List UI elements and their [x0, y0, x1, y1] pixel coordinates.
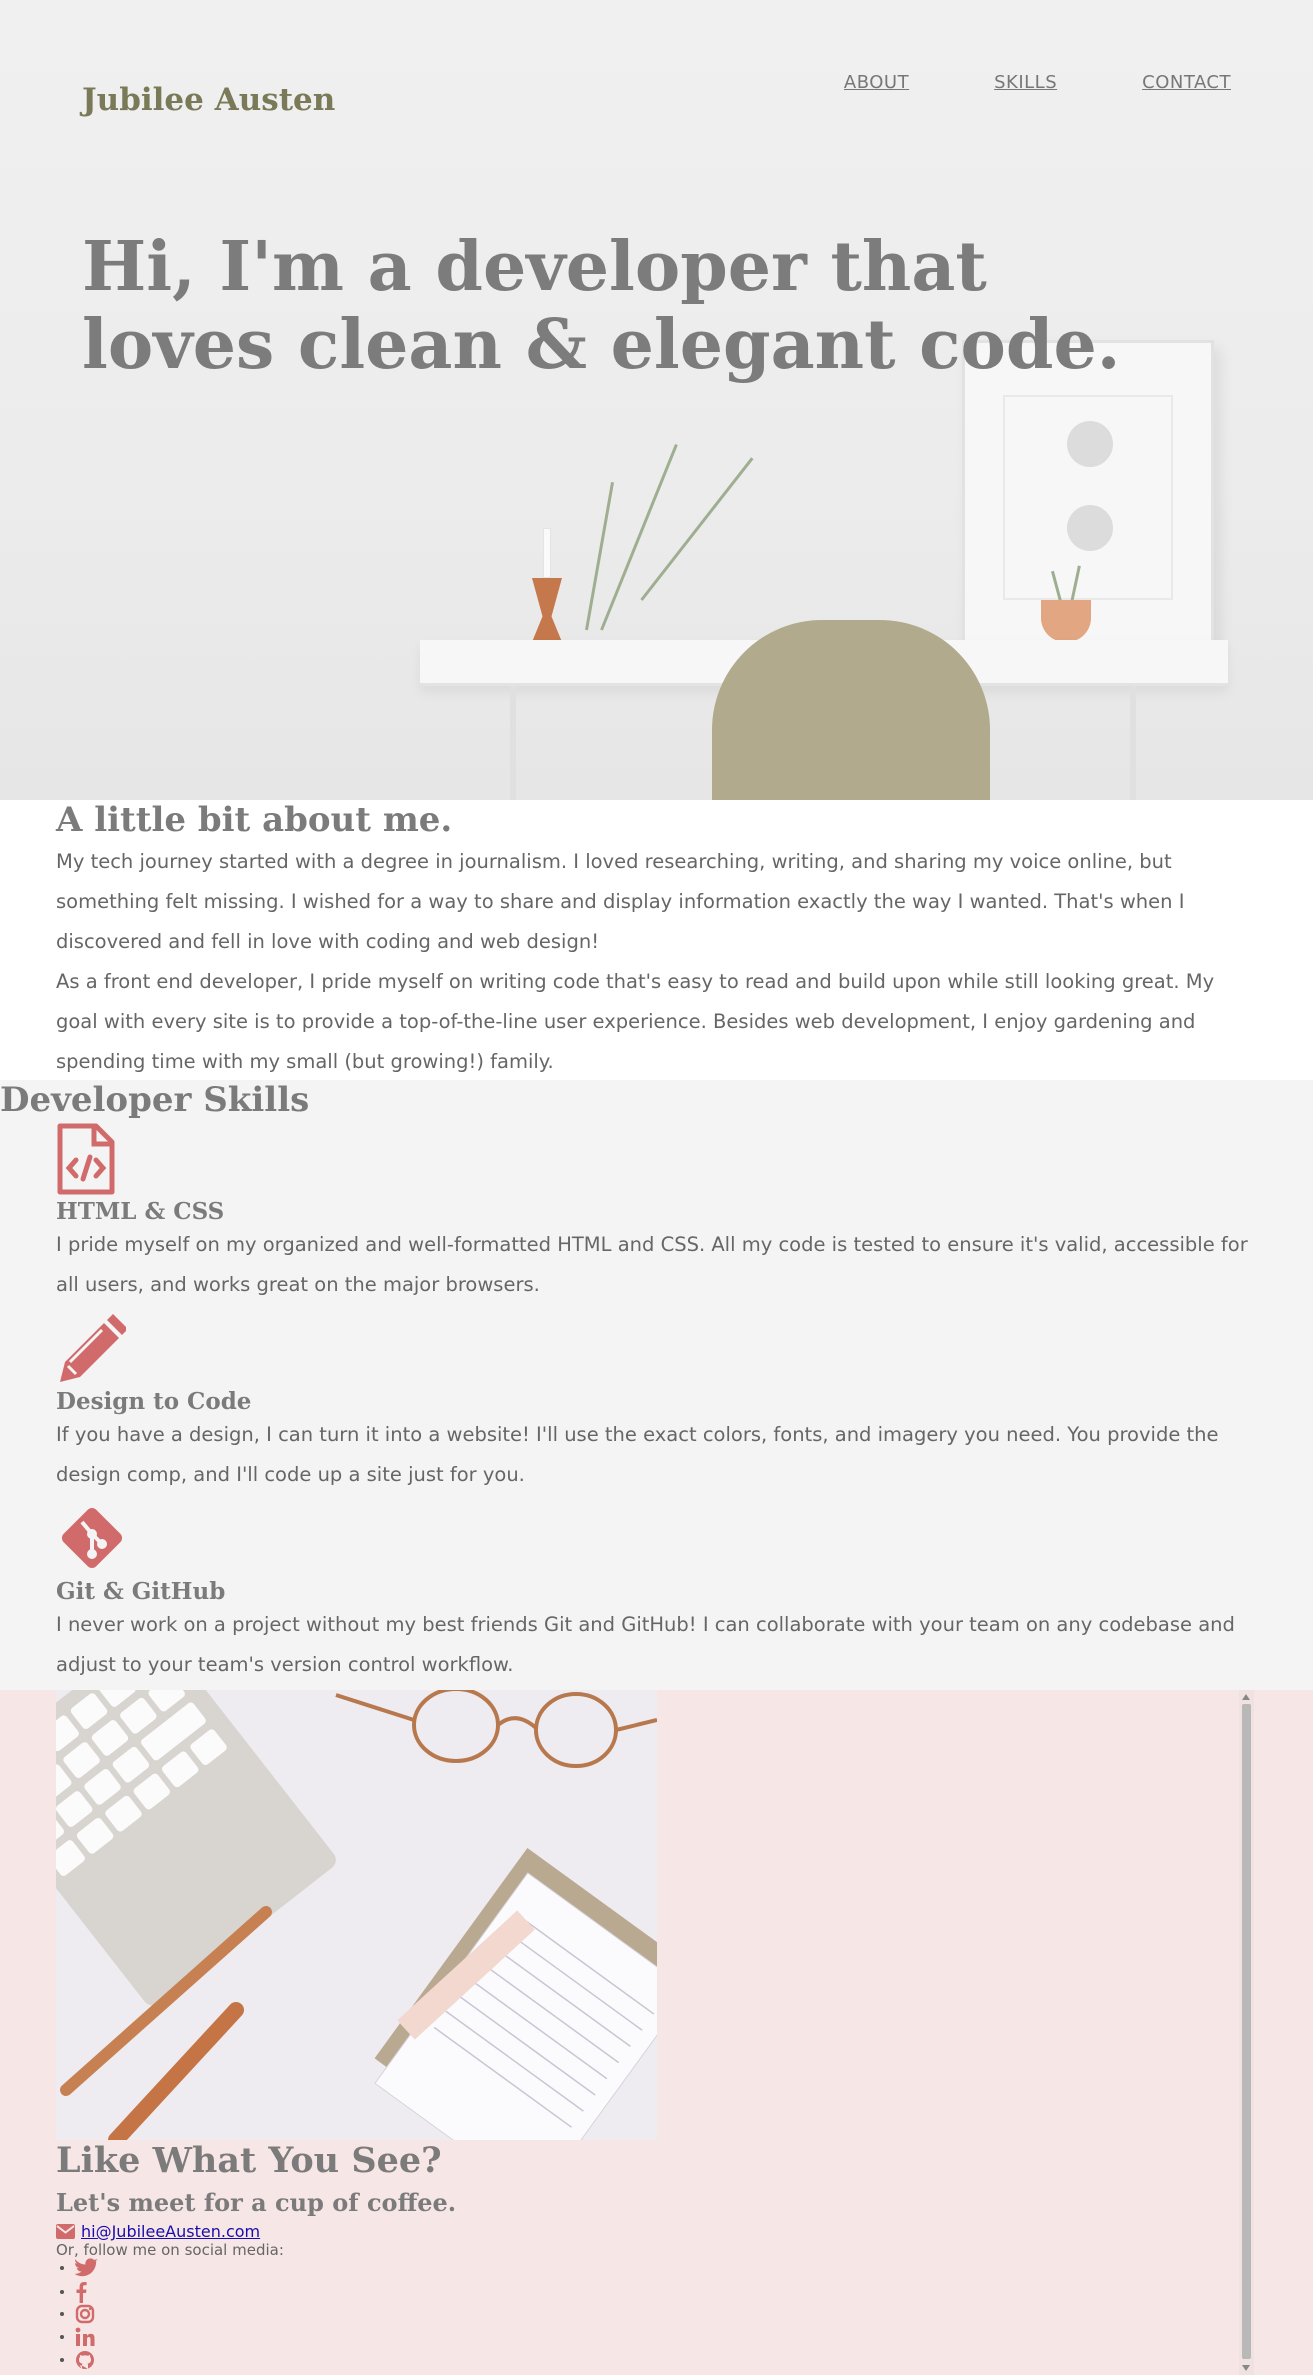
- social-item-github[interactable]: [75, 2350, 99, 2373]
- skills-heading: Developer Skills: [0, 1080, 310, 1120]
- nav-contact-link[interactable]: CONTACT: [1142, 72, 1231, 93]
- social-item-linkedin[interactable]: [75, 2327, 99, 2350]
- follow-text: Or, follow me on social media:: [56, 2241, 284, 2259]
- email-row: hi@JubileeAusten.com: [56, 2222, 260, 2241]
- skill-description: If you have a design, I can turn it into…: [56, 1423, 1219, 1486]
- skill-title: Git & GitHub: [56, 1578, 226, 1605]
- scroll-up-arrow-icon[interactable]: [1242, 1694, 1250, 1700]
- skill-item: Design to Code If you have a design, I c…: [56, 1312, 1266, 1495]
- contact-scrollbar[interactable]: [1239, 1690, 1254, 2375]
- envelope-icon: [56, 2224, 75, 2239]
- contact-section: Like What You See? Let's meet for a cup …: [0, 1690, 1313, 2375]
- github-icon[interactable]: [75, 2350, 95, 2370]
- twitter-icon[interactable]: [74, 2258, 99, 2278]
- pencil-icon: [60, 1314, 126, 1382]
- about-section: A little bit about me. My tech journey s…: [0, 800, 1313, 1080]
- social-list: [74, 2258, 99, 2373]
- hero-title: Hi, I'm a developer that loves clean & e…: [82, 227, 1121, 385]
- contact-heading: Like What You See?: [56, 2140, 442, 2181]
- skills-section: Developer Skills HTML & CSS I pride myse…: [0, 1080, 1313, 1690]
- email-link[interactable]: hi@JubileeAusten.com: [81, 2222, 260, 2241]
- facebook-icon[interactable]: [75, 2281, 87, 2303]
- linkedin-icon[interactable]: [75, 2327, 95, 2347]
- skill-item: Git & GitHub I never work on a project w…: [56, 1502, 1266, 1685]
- main-nav: ABOUT SKILLS CONTACT: [844, 72, 1231, 93]
- skill-item: HTML & CSS I pride myself on my organize…: [56, 1122, 1266, 1305]
- site-logo[interactable]: Jubilee Austen: [82, 82, 335, 118]
- social-item-instagram[interactable]: [75, 2304, 99, 2327]
- scroll-thumb[interactable]: [1242, 1704, 1251, 2359]
- about-heading: A little bit about me.: [56, 800, 453, 840]
- desk-flatlay-image: [56, 1690, 657, 2140]
- social-item-facebook[interactable]: [75, 2281, 99, 2304]
- contact-subheading: Let's meet for a cup of coffee.: [56, 2188, 457, 2217]
- about-paragraph: As a front end developer, I pride myself…: [56, 970, 1215, 1073]
- about-paragraph: My tech journey started with a degree in…: [56, 850, 1185, 953]
- skill-title: Design to Code: [56, 1388, 252, 1415]
- git-icon: [61, 1507, 123, 1569]
- skill-description: I never work on a project without my bes…: [56, 1613, 1235, 1676]
- nav-about-link[interactable]: ABOUT: [844, 72, 909, 93]
- nav-skills-link[interactable]: SKILLS: [994, 72, 1057, 93]
- file-code-icon: [57, 1123, 115, 1195]
- skill-title: HTML & CSS: [56, 1198, 225, 1225]
- scroll-down-arrow-icon[interactable]: [1242, 2365, 1250, 2371]
- skill-description: I pride myself on my organized and well-…: [56, 1233, 1248, 1296]
- hero-section: Jubilee Austen ABOUT SKILLS CONTACT Hi, …: [0, 0, 1313, 800]
- instagram-icon[interactable]: [75, 2304, 95, 2324]
- social-item-twitter[interactable]: [74, 2258, 99, 2281]
